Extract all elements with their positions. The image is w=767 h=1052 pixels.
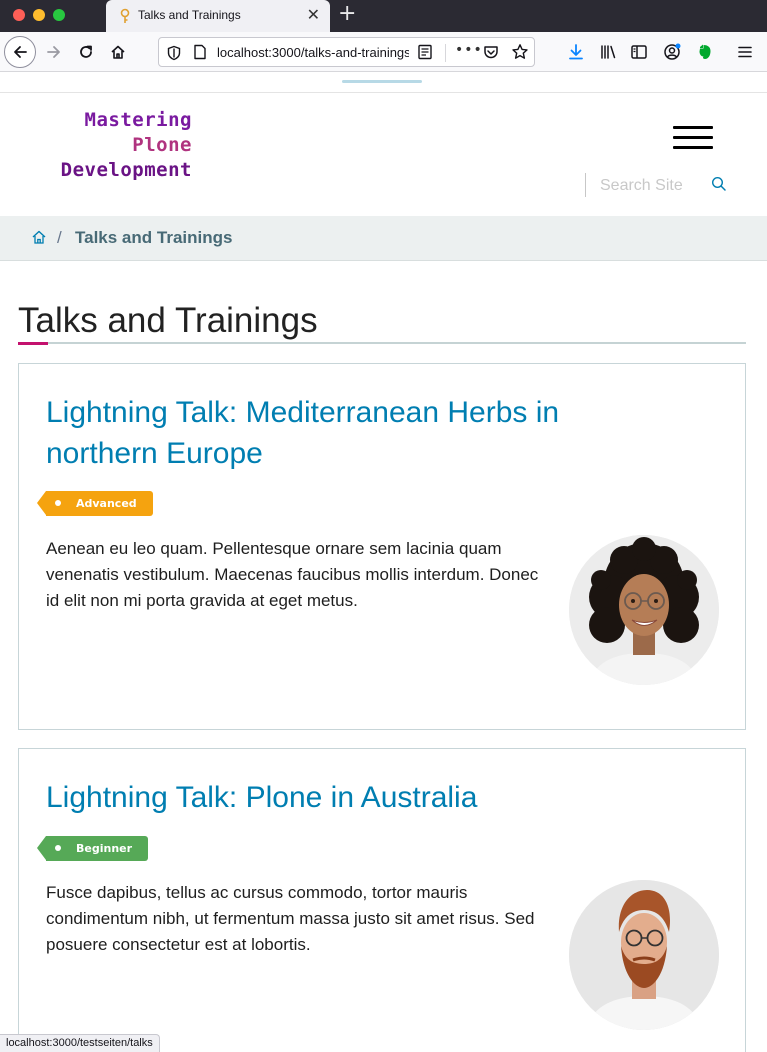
speaker-avatar xyxy=(569,535,719,685)
pocket-icon[interactable] xyxy=(483,44,499,60)
home-button[interactable] xyxy=(102,36,134,68)
breadcrumb-item-current[interactable]: Talks and Trainings xyxy=(75,228,232,248)
evernote-extension-icon[interactable] xyxy=(695,42,715,62)
browser-tab-active[interactable]: Talks and Trainings ✕ xyxy=(106,0,330,32)
minimize-window-button[interactable] xyxy=(33,9,45,21)
more-actions-icon[interactable]: ••• xyxy=(455,42,483,58)
talk-title-link[interactable]: Lightning Talk: Mediterranean Herbs in n… xyxy=(46,392,666,474)
zoom-window-button[interactable] xyxy=(53,9,65,21)
tab-title: Talks and Trainings xyxy=(138,8,241,22)
tracking-shield-icon[interactable] xyxy=(167,45,181,61)
level-badge-beginner: Beginner xyxy=(37,836,148,861)
page-title: Talks and Trainings xyxy=(18,301,318,340)
tab-close-icon[interactable]: ✕ xyxy=(307,7,320,23)
header-top-divider xyxy=(0,92,767,93)
reload-button[interactable] xyxy=(70,36,102,68)
logo-line-1: Mastering xyxy=(84,109,192,131)
page-info-icon[interactable] xyxy=(193,44,207,60)
sidebar-toggle-icon[interactable] xyxy=(629,42,649,62)
back-button[interactable] xyxy=(4,36,36,68)
forward-button[interactable] xyxy=(38,36,70,68)
arrow-left-icon xyxy=(14,46,27,58)
talk-card[interactable]: Lightning Talk: Plone in Australia Begin… xyxy=(18,748,746,1052)
talk-title-link[interactable]: Lightning Talk: Plone in Australia xyxy=(46,777,666,818)
breadcrumb-home-icon[interactable] xyxy=(31,229,47,245)
page-viewport: Mastering Plone Development / Talks and … xyxy=(0,73,767,1052)
status-bar-link-preview: localhost:3000/testseiten/talks xyxy=(0,1034,160,1052)
home-icon xyxy=(111,45,125,59)
search-icon[interactable] xyxy=(710,175,728,193)
title-accent-bar xyxy=(18,342,48,345)
talk-card[interactable]: Lightning Talk: Mediterranean Herbs in n… xyxy=(18,363,746,730)
address-bar[interactable]: localhost:3000/talks-and-trainings ••• xyxy=(158,37,535,67)
browser-navbar: localhost:3000/talks-and-trainings ••• xyxy=(0,32,767,72)
title-underline xyxy=(18,342,746,344)
new-tab-icon[interactable]: + xyxy=(338,3,356,25)
browser-titlebar: Talks and Trainings ✕ + xyxy=(0,0,767,32)
speaker-avatar xyxy=(569,880,719,1030)
favicon-icon xyxy=(120,8,130,23)
search-separator xyxy=(585,173,586,197)
breadcrumb: / Talks and Trainings xyxy=(0,216,767,261)
logo-line-2: Plone xyxy=(132,134,192,156)
talk-description: Aenean eu leo quam. Pellentesque ornare … xyxy=(46,539,539,610)
loading-bar xyxy=(342,80,422,83)
breadcrumb-separator: / xyxy=(57,228,62,247)
level-badge-label: Beginner xyxy=(76,842,133,855)
url-separator xyxy=(445,44,446,62)
badge-dot-icon xyxy=(55,500,61,506)
app-menu-icon[interactable] xyxy=(735,42,755,62)
reader-view-icon[interactable] xyxy=(417,44,433,60)
downloads-icon[interactable] xyxy=(566,42,586,62)
url-text[interactable]: localhost:3000/talks-and-trainings xyxy=(217,45,409,60)
account-icon[interactable] xyxy=(662,42,682,62)
level-badge-label: Advanced xyxy=(76,497,137,510)
reload-icon xyxy=(80,45,92,58)
site-logo[interactable]: Mastering Plone Development xyxy=(36,108,192,183)
logo-line-3: Development xyxy=(60,159,192,181)
library-icon[interactable] xyxy=(598,42,618,62)
arrow-right-icon xyxy=(47,46,60,58)
close-window-button[interactable] xyxy=(13,9,25,21)
level-badge-advanced: Advanced xyxy=(37,491,153,516)
badge-dot-icon xyxy=(55,845,61,851)
search-input[interactable] xyxy=(600,175,700,197)
hamburger-menu-icon[interactable] xyxy=(673,126,713,150)
talk-description: Fusce dapibus, tellus ac cursus commodo,… xyxy=(46,883,535,954)
bookmark-star-icon[interactable] xyxy=(511,43,529,61)
